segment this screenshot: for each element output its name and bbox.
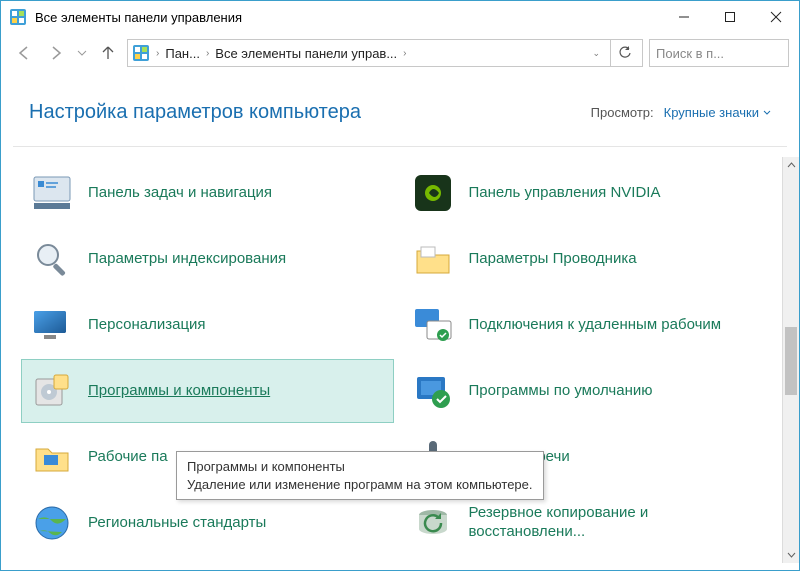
item-default-programs[interactable]: Программы по умолчанию: [402, 359, 775, 423]
view-label: Просмотр:: [591, 105, 654, 120]
control-panel-icon: [9, 8, 27, 26]
item-label: Резервное копирование и восстановлени...: [469, 504, 766, 542]
tooltip-body: Удаление или изменение программ на этом …: [187, 476, 533, 494]
maximize-button[interactable]: [707, 1, 753, 33]
search-placeholder: Поиск в п...: [656, 46, 724, 61]
navigation-toolbar: › Пан... › Все элементы панели управ... …: [1, 33, 799, 73]
chevron-down-icon[interactable]: ⌄: [590, 48, 602, 59]
breadcrumb-segment[interactable]: Пан...: [165, 46, 200, 61]
taskbar-icon: [30, 171, 74, 215]
globe-icon: [30, 501, 74, 545]
item-label: Региональные стандарты: [88, 514, 266, 533]
nvidia-icon: [411, 171, 455, 215]
item-remote-desktop[interactable]: Подключения к удаленным рабочим: [402, 293, 775, 357]
items-grid: Панель задач и навигация Панель управлен…: [1, 157, 782, 563]
magnifier-icon: [30, 237, 74, 281]
content-area: Панель задач и навигация Панель управлен…: [1, 157, 799, 563]
item-label: Рабочие па: [88, 448, 168, 467]
item-programs-features[interactable]: Программы и компоненты: [21, 359, 394, 423]
item-regional-settings[interactable]: Региональные стандарты: [21, 491, 394, 555]
item-label: Программы по умолчанию: [469, 382, 653, 401]
chevron-right-icon[interactable]: ›: [401, 48, 408, 59]
chevron-down-icon: [763, 109, 771, 117]
item-label: Панель управления NVIDIA: [469, 184, 661, 203]
window-controls: [661, 1, 799, 33]
remote-desktop-icon: [411, 303, 455, 347]
item-personalization[interactable]: Персонализация: [21, 293, 394, 357]
window-titlebar: Все элементы панели управления: [1, 1, 799, 33]
minimize-button[interactable]: [661, 1, 707, 33]
address-bar[interactable]: › Пан... › Все элементы панели управ... …: [127, 39, 643, 67]
scroll-up-button[interactable]: [783, 157, 799, 174]
divider: [13, 146, 787, 147]
item-label: Подключения к удаленным рабочим: [469, 316, 722, 335]
breadcrumb-segment[interactable]: Все элементы панели управ...: [215, 46, 397, 61]
item-label: Программы и компоненты: [88, 382, 270, 401]
close-button[interactable]: [753, 1, 799, 33]
item-backup-restore[interactable]: Резервное копирование и восстановлени...: [402, 491, 775, 555]
item-label: Параметры индексирования: [88, 250, 286, 269]
content-header: Настройка параметров компьютера Просмотр…: [1, 73, 799, 146]
item-nvidia-panel[interactable]: Панель управления NVIDIA: [402, 161, 775, 225]
tooltip: Программы и компоненты Удаление или изме…: [176, 451, 544, 500]
page-title: Настройка параметров компьютера: [29, 101, 591, 124]
personalization-icon: [30, 303, 74, 347]
item-label: Панель задач и навигация: [88, 184, 272, 203]
forward-button[interactable]: [43, 40, 69, 66]
programs-icon: [30, 369, 74, 413]
tooltip-title: Программы и компоненты: [187, 458, 533, 476]
refresh-button[interactable]: [610, 40, 638, 66]
item-indexing-options[interactable]: Параметры индексирования: [21, 227, 394, 291]
item-explorer-options[interactable]: Параметры Проводника: [402, 227, 775, 291]
item-label: Параметры Проводника: [469, 250, 637, 269]
chevron-right-icon[interactable]: ›: [204, 48, 211, 59]
search-input[interactable]: Поиск в п...: [649, 39, 789, 67]
work-folders-icon: [30, 435, 74, 479]
back-button[interactable]: [11, 40, 37, 66]
folder-options-icon: [411, 237, 455, 281]
backup-icon: [411, 501, 455, 545]
window-title: Все элементы панели управления: [35, 10, 661, 25]
recent-locations-button[interactable]: [75, 48, 89, 58]
default-programs-icon: [411, 369, 455, 413]
item-label: Персонализация: [88, 316, 206, 335]
scroll-thumb[interactable]: [785, 327, 797, 395]
chevron-right-icon[interactable]: ›: [154, 48, 161, 59]
view-dropdown[interactable]: Крупные значки: [664, 105, 771, 120]
up-button[interactable]: [95, 40, 121, 66]
control-panel-icon: [132, 44, 150, 62]
scroll-down-button[interactable]: [783, 546, 799, 563]
item-taskbar-navigation[interactable]: Панель задач и навигация: [21, 161, 394, 225]
vertical-scrollbar[interactable]: [782, 157, 799, 563]
